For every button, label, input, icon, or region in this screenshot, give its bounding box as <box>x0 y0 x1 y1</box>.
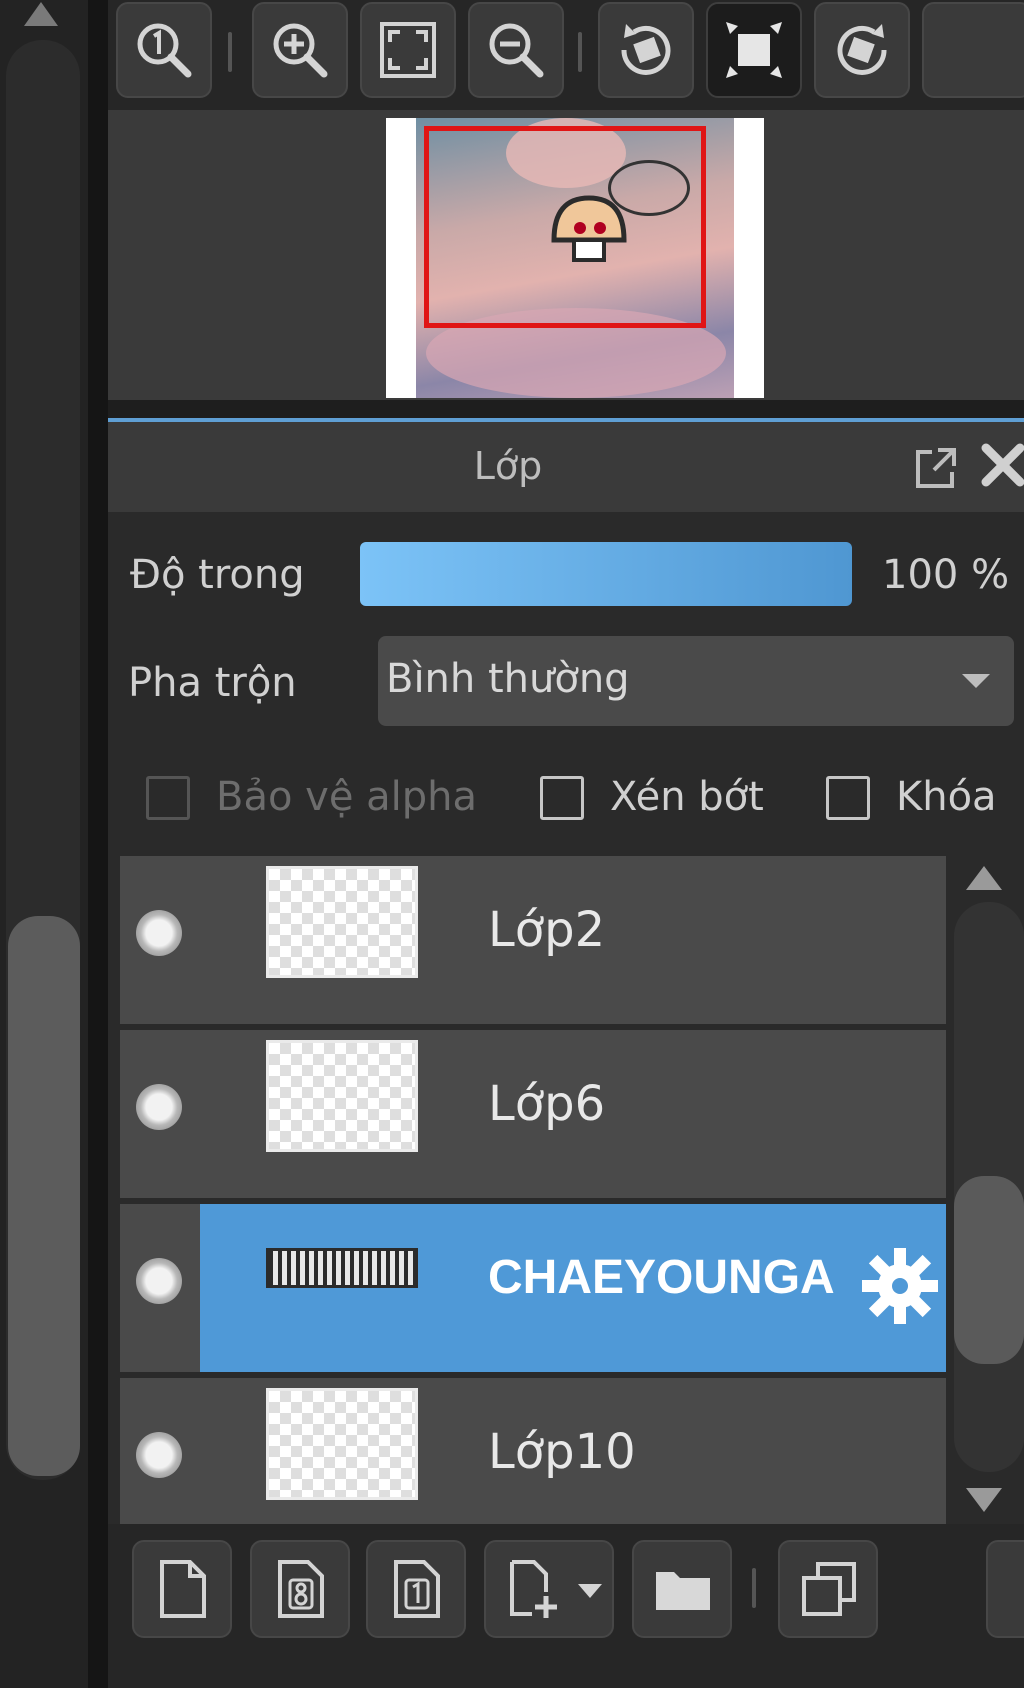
fullscreen-icon <box>726 22 782 78</box>
layer-name: Lớp2 <box>488 902 606 958</box>
clipping-label: Xén bớt <box>610 774 764 820</box>
scrollbar-thumb[interactable] <box>8 916 80 1476</box>
layer-row[interactable]: Lớp2 <box>120 856 946 1024</box>
new-layer-button[interactable] <box>132 1540 232 1638</box>
layer-row[interactable]: Lớp10 <box>120 1378 946 1524</box>
scroll-up-arrow-icon[interactable] <box>966 866 1002 890</box>
add-layer-menu-icon <box>510 1560 557 1618</box>
new-1bit-layer-button[interactable] <box>366 1540 466 1638</box>
blend-mode-select[interactable]: Bình thường <box>378 636 1014 726</box>
opacity-label: Độ trong <box>130 552 305 598</box>
close-icon[interactable] <box>978 440 1024 490</box>
visibility-toggle-icon[interactable] <box>136 1432 182 1478</box>
protect-alpha-checkbox[interactable] <box>146 776 190 820</box>
scroll-down-arrow-icon[interactable] <box>966 1488 1002 1512</box>
layer-thumbnail <box>266 1040 418 1152</box>
text-layer-settings-gear-icon[interactable] <box>858 1244 942 1328</box>
popout-icon[interactable] <box>912 444 960 492</box>
toolbar-separator <box>752 1568 756 1608</box>
duplicate-layer-button[interactable] <box>778 1540 878 1638</box>
rotate-left-button[interactable] <box>598 2 694 98</box>
zoom-actual-size-icon <box>137 23 192 78</box>
navigator-viewport-rectangle[interactable] <box>424 126 706 328</box>
panel-divider <box>88 0 108 1688</box>
layer-row-selected[interactable]: CHAEYOUNGA <box>120 1204 946 1372</box>
opacity-value: 100 % <box>882 552 1010 598</box>
layer-row[interactable]: Lớp6 <box>120 1030 946 1198</box>
visibility-toggle-icon[interactable] <box>136 1258 182 1304</box>
visibility-toggle-icon[interactable] <box>136 910 182 956</box>
zoom-in-button[interactable] <box>252 2 348 98</box>
duplicate-layer-icon <box>802 1562 856 1616</box>
scroll-up-arrow-icon[interactable] <box>24 2 58 26</box>
layer-name: CHAEYOUNGA <box>488 1251 835 1304</box>
zoom-actual-size-button[interactable] <box>116 2 212 98</box>
new-8bit-layer-button[interactable] <box>250 1540 350 1638</box>
chevron-down-icon <box>962 674 990 688</box>
toolbar-separator <box>578 32 582 72</box>
new-8bit-layer-icon <box>278 1560 324 1618</box>
chevron-down-icon <box>578 1584 602 1598</box>
lock-label: Khóa <box>896 774 997 820</box>
toolbar-overflow-button[interactable] <box>922 2 1024 98</box>
zoom-out-button[interactable] <box>468 2 564 98</box>
new-1bit-layer-icon <box>394 1560 440 1618</box>
toolbar-overflow-button[interactable] <box>986 1540 1024 1638</box>
layer-thumbnail <box>266 1388 418 1500</box>
fit-to-window-icon <box>380 22 436 78</box>
left-scrollbar[interactable] <box>0 0 88 1688</box>
layer-panel-title: Lớp <box>473 444 543 488</box>
add-layer-menu-button[interactable] <box>484 1540 614 1638</box>
fit-to-window-button[interactable] <box>360 2 456 98</box>
clipping-checkbox[interactable] <box>540 776 584 820</box>
blend-mode-value: Bình thường <box>386 656 630 702</box>
zoom-out-icon <box>489 23 544 78</box>
visibility-toggle-icon[interactable] <box>136 1084 182 1130</box>
text-layer-thumbnail <box>266 1248 418 1288</box>
rotate-right-button[interactable] <box>814 2 910 98</box>
protect-alpha-label: Bảo vệ alpha <box>216 774 478 820</box>
fullscreen-button[interactable] <box>706 2 802 98</box>
lock-checkbox[interactable] <box>826 776 870 820</box>
scrollbar-thumb[interactable] <box>954 1176 1024 1364</box>
rotate-right-icon <box>837 24 887 75</box>
navigator-toolbar <box>108 0 1024 110</box>
rotate-left-icon <box>621 24 671 75</box>
toolbar-separator <box>228 32 232 72</box>
blend-mode-label: Pha trộn <box>128 660 297 706</box>
new-folder-button[interactable] <box>632 1540 732 1638</box>
layer-thumbnail <box>266 866 418 978</box>
layer-list[interactable]: Lớp2 Lớp6 CHAEYOUNGA Lớp10 <box>120 856 946 1524</box>
layer-list-scrollbar[interactable] <box>948 856 1024 1524</box>
folder-icon <box>656 1572 710 1610</box>
layer-panel-header: Lớp <box>108 422 1024 512</box>
layer-name: Lớp10 <box>488 1424 636 1480</box>
layer-name: Lớp6 <box>488 1076 606 1132</box>
new-layer-icon <box>160 1560 206 1618</box>
opacity-slider[interactable] <box>360 542 852 606</box>
zoom-in-icon <box>273 23 328 78</box>
